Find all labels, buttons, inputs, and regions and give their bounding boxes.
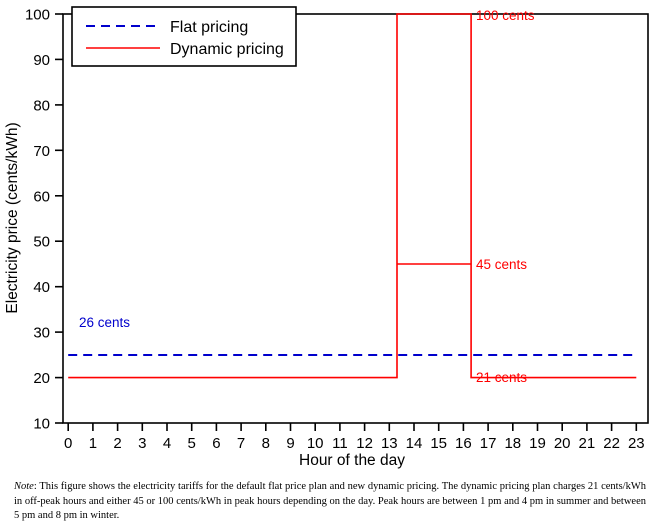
y-tick-label: 80 bbox=[33, 97, 50, 114]
x-tick-label: 10 bbox=[307, 435, 324, 452]
y-tick-label: 40 bbox=[33, 279, 50, 296]
y-tick-label: 30 bbox=[33, 325, 50, 342]
x-tick-label: 9 bbox=[286, 435, 294, 452]
x-tick-label: 22 bbox=[603, 435, 620, 452]
x-tick-label: 11 bbox=[332, 435, 348, 452]
x-tick-label: 3 bbox=[138, 435, 146, 452]
y-tick-label: 10 bbox=[33, 416, 50, 433]
x-tick-label: 14 bbox=[406, 435, 423, 452]
legend-label-flat-pricing: Flat pricing bbox=[170, 19, 248, 36]
y-tick-label: 50 bbox=[33, 234, 50, 251]
y-tick-label: 60 bbox=[33, 188, 50, 205]
y-axis-title: Electricity price (cents/kWh) bbox=[4, 122, 21, 313]
y-tick-label: 70 bbox=[33, 143, 50, 160]
chart-plot-area: 100 90 80 70 60 50 40 30 20 10 0 1 2 3 4… bbox=[0, 0, 660, 470]
x-tick-label: 21 bbox=[579, 435, 596, 452]
y-axis-tick-labels: 100 90 80 70 60 50 40 30 20 10 bbox=[25, 7, 50, 433]
x-tick-label: 2 bbox=[113, 435, 121, 452]
plot-frame bbox=[62, 13, 649, 424]
x-tick-label: 13 bbox=[381, 435, 398, 452]
x-tick-label: 20 bbox=[554, 435, 571, 452]
x-tick-label: 16 bbox=[455, 435, 472, 452]
chart-legend: Flat pricing Dynamic pricing bbox=[71, 6, 297, 67]
x-tick-label: 0 bbox=[64, 435, 72, 452]
note-text: This figure shows the electricity tariff… bbox=[14, 481, 647, 522]
figure-container: 100 90 80 70 60 50 40 30 20 10 0 1 2 3 4… bbox=[0, 0, 660, 530]
x-tick-label: 12 bbox=[356, 435, 373, 452]
y-tick-label: 90 bbox=[33, 52, 50, 69]
y-axis-ticks bbox=[55, 13, 63, 424]
x-tick-label: 7 bbox=[237, 435, 245, 452]
y-tick-label: 100 bbox=[25, 7, 50, 24]
chart-svg: 100 90 80 70 60 50 40 30 20 10 0 1 2 3 4… bbox=[4, 6, 649, 469]
x-tick-label: 17 bbox=[480, 435, 497, 452]
figure-note: Note: This figure shows the electricity … bbox=[0, 472, 660, 530]
x-tick-label: 15 bbox=[430, 435, 447, 452]
note-label: Note bbox=[14, 481, 34, 492]
annotation-100-cents: 100 cents bbox=[476, 8, 535, 23]
x-tick-label: 23 bbox=[628, 435, 645, 452]
x-tick-label: 6 bbox=[212, 435, 220, 452]
x-tick-label: 19 bbox=[529, 435, 546, 452]
x-tick-label: 8 bbox=[262, 435, 270, 452]
x-tick-label: 4 bbox=[163, 435, 171, 452]
x-axis-ticks bbox=[67, 423, 638, 431]
y-tick-label: 20 bbox=[33, 370, 50, 387]
legend-label-dynamic-pricing: Dynamic pricing bbox=[170, 41, 284, 58]
x-tick-label: 5 bbox=[188, 435, 196, 452]
annotation-45-cents: 45 cents bbox=[476, 257, 527, 272]
x-tick-label: 18 bbox=[504, 435, 521, 452]
annotation-21-cents: 21 cents bbox=[476, 370, 527, 385]
x-axis-title: Hour of the day bbox=[299, 452, 405, 469]
annotation-26-cents: 26 cents bbox=[79, 315, 130, 330]
x-tick-label: 1 bbox=[89, 435, 97, 452]
x-axis-tick-labels: 0 1 2 3 4 5 6 7 8 9 10 11 12 13 14 15 16… bbox=[64, 435, 645, 452]
